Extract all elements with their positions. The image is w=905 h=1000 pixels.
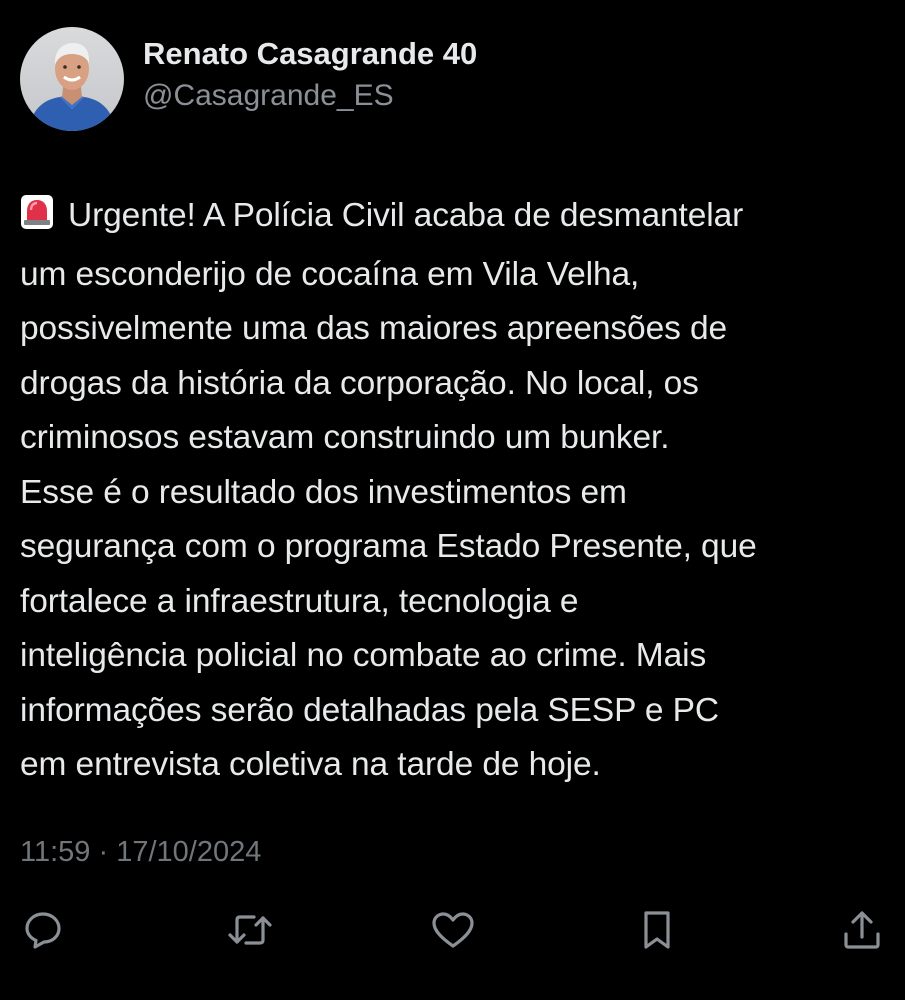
bookmark-icon [644, 911, 670, 949]
reply-bubble-icon [25, 912, 61, 949]
tweet-text-line: Urgente! A Polícia Civil acaba de desman… [20, 189, 890, 248]
tweet-text-line: em entrevista coletiva na tarde de hoje. [20, 746, 601, 783]
share-button[interactable] [836, 904, 888, 956]
tweet-text-line: segurança com o programa Estado Presente… [20, 528, 757, 565]
tweet-timestamp[interactable]: 11:59 · 17/10/2024 [20, 834, 261, 870]
avatar[interactable] [20, 27, 124, 131]
tweet-text-line: informações serão detalhadas pela SESP e… [20, 691, 720, 729]
tweet-text: Urgente! A Polícia Civil acaba de desman… [20, 189, 890, 793]
heart-icon [432, 912, 474, 948]
tweet-text-line: Esse é o resultado dos investimentos em [20, 473, 627, 511]
bookmark-button[interactable] [631, 904, 683, 956]
police-siren-icon [20, 193, 54, 248]
tweet-header: Renato Casagrande 40 @Casagrande_ES [20, 27, 477, 131]
tweet-text-line: inteligência policial no combate ao crim… [20, 637, 707, 674]
tweet-text-line: fortalece a infraestrutura, tecnologia e [20, 582, 579, 620]
share-icon [844, 911, 880, 949]
tweet-card: Renato Casagrande 40 @Casagrande_ES Urge… [0, 0, 905, 1000]
retweet-icon [228, 915, 272, 945]
reply-button[interactable] [17, 904, 69, 956]
retweet-button[interactable] [224, 904, 276, 956]
author-names: Renato Casagrande 40 @Casagrande_ES [143, 34, 477, 116]
tweet-text-line: criminosos estavam construindo um bunker… [20, 419, 670, 456]
tweet-text-segment: Urgente! A Polícia Civil acaba de desman… [68, 197, 744, 234]
tweet-text-line: um esconderijo de cocaína em Vila Velha, [20, 255, 640, 293]
display-name[interactable]: Renato Casagrande 40 [143, 34, 477, 74]
profile-photo-icon [20, 27, 124, 131]
tweet-text-line: drogas da história da corporação. No loc… [20, 364, 699, 402]
like-button[interactable] [427, 904, 479, 956]
tweet-action-bar [0, 904, 905, 956]
tweet-text-line: possivelmente uma das maiores apreensões… [20, 310, 728, 347]
user-handle[interactable]: @Casagrande_ES [143, 76, 477, 116]
